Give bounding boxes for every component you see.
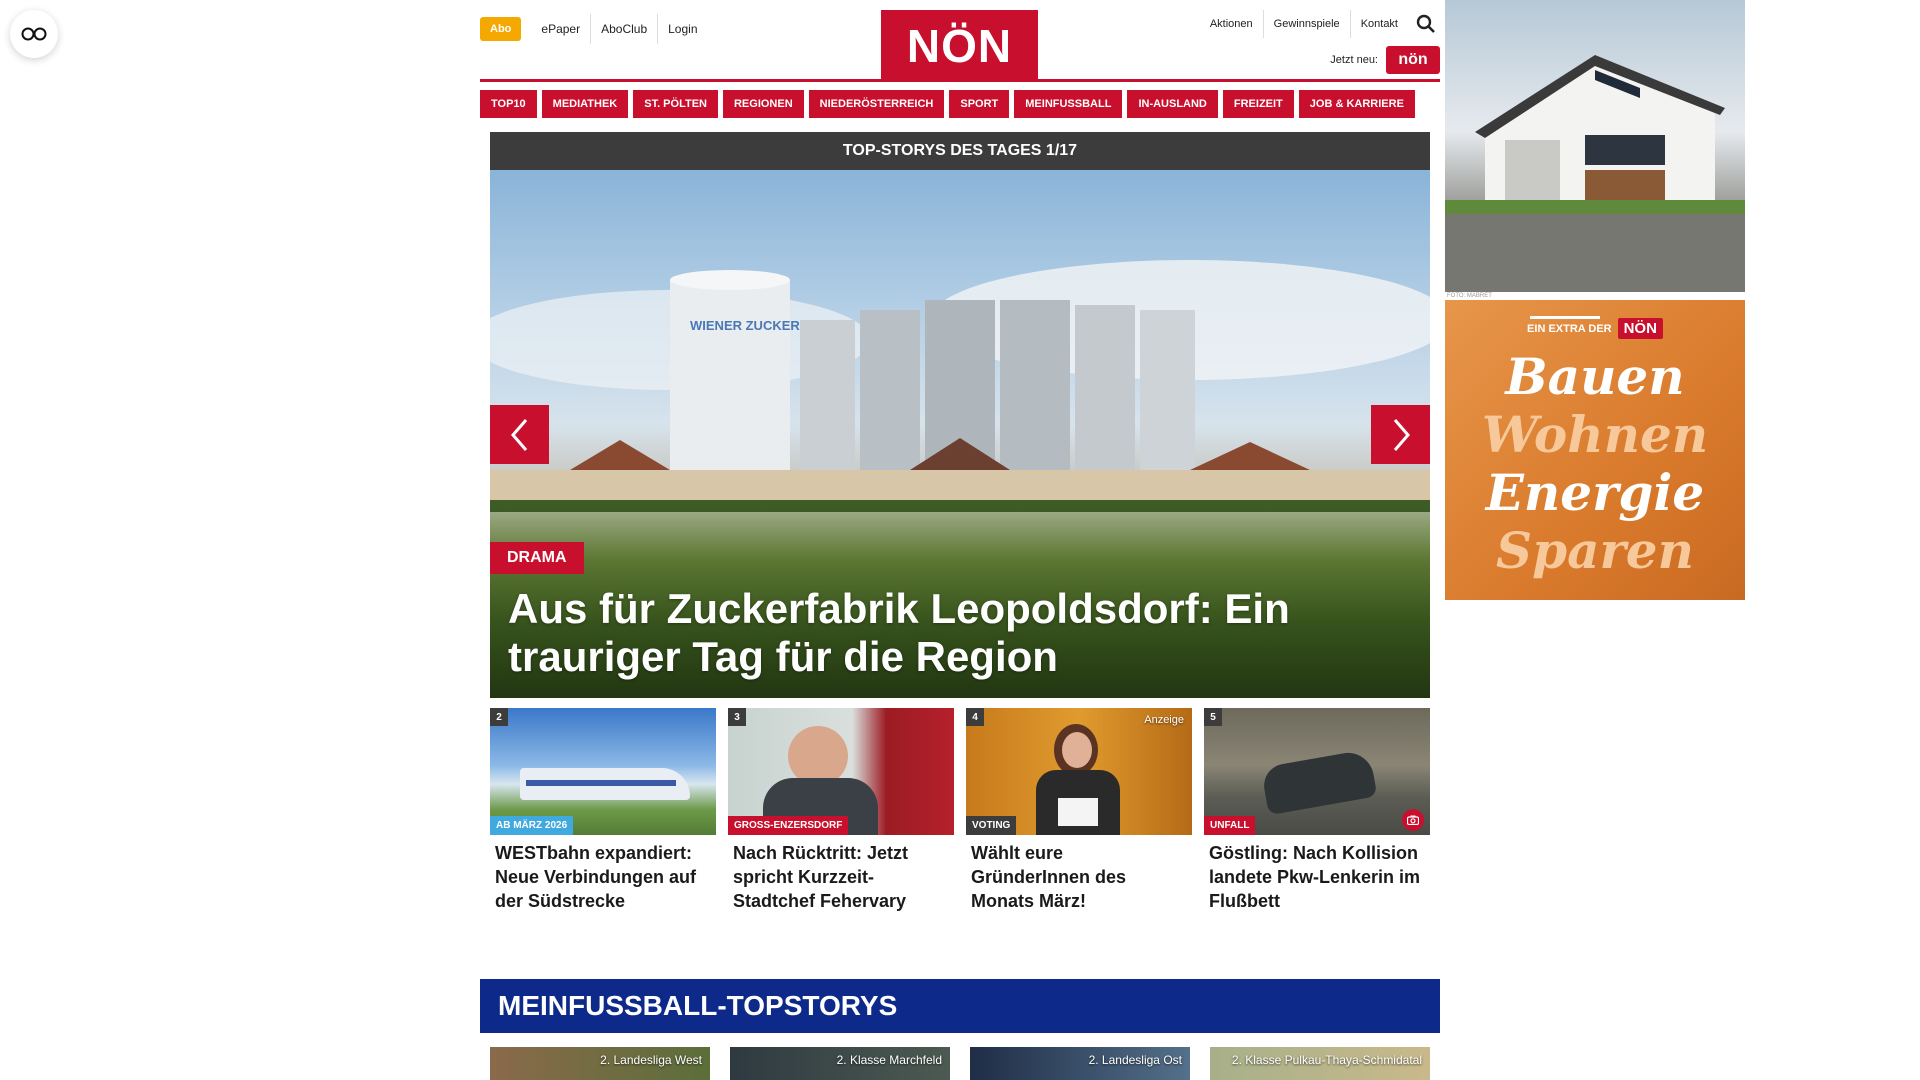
card-image: 4 Anzeige VOTING <box>966 708 1192 835</box>
ad-noen-logo: NÖN <box>1617 318 1663 339</box>
card-rank: 4 <box>966 708 984 726</box>
search-icon <box>1416 14 1435 33</box>
card-tag: GROSS-ENZERSDORF <box>728 816 849 835</box>
camera-icon <box>1407 815 1419 825</box>
site-header: Abo ePaper AboClub Login NÖN Aktionen Ge… <box>480 0 1440 82</box>
ad-header: EIN EXTRA DER NÖN <box>1445 318 1745 339</box>
fb-card-label: 2. Klasse Marchfeld <box>836 1053 942 1067</box>
ad-word: Wohnen <box>1481 405 1709 464</box>
nav-freizeit[interactable]: FREIZEIT <box>1222 90 1294 118</box>
nav-job-karriere[interactable]: JOB & KARRIERE <box>1298 90 1415 118</box>
header-left-links: Abo ePaper AboClub Login <box>480 14 708 44</box>
jetzt-neu: Jetzt neu: nön <box>1330 46 1440 74</box>
logo-text: NÖN <box>906 20 1013 72</box>
aboclub-link[interactable]: AboClub <box>591 14 659 44</box>
card-headline[interactable]: Wählt eure GründerInnen des Monats März! <box>966 835 1192 913</box>
page: Abo ePaper AboClub Login NÖN Aktionen Ge… <box>0 0 1920 1080</box>
story-card-unfall[interactable]: 5 UNFALL Göstling: Nach Kollision landet… <box>1204 708 1430 913</box>
glasses-icon <box>21 27 47 41</box>
card-rank: 5 <box>1204 708 1222 726</box>
main-column: Abo ePaper AboClub Login NÖN Aktionen Ge… <box>480 0 1440 1080</box>
card-tag: AB MÄRZ 2026 <box>490 816 574 835</box>
ad-bauen-wohnen[interactable]: EIN EXTRA DER NÖN Bauen Wohnen Energie S… <box>1445 300 1745 600</box>
card-rank: 3 <box>728 708 746 726</box>
story-card-westbahn[interactable]: 2 AB MÄRZ 2026 WESTbahn expandiert: Neue… <box>490 708 716 913</box>
nav-regionen[interactable]: REGIONEN <box>722 90 804 118</box>
chevron-right-icon <box>1393 418 1410 451</box>
accessibility-button[interactable] <box>10 10 58 58</box>
top-stories-heading: TOP-STORYS DES TAGES 1/17 <box>490 132 1430 170</box>
ad-words: Bauen Wohnen Energie Sparen <box>1445 348 1745 580</box>
hero-next-button[interactable] <box>1371 405 1430 464</box>
fb-card-label: 2. Landesliga Ost <box>1088 1053 1182 1067</box>
abo-button[interactable]: Abo <box>480 17 522 41</box>
card-rank: 2 <box>490 708 508 726</box>
card-image: 3 GROSS-ENZERSDORF <box>728 708 954 835</box>
ad-word: Sparen <box>1496 521 1694 580</box>
meinfussball-heading: MEINFUSSBALL-TOPSTORYS <box>480 979 1440 1033</box>
card-image: 5 UNFALL <box>1204 708 1430 835</box>
house-ad-image <box>1445 55 1745 292</box>
nav-meinfussball[interactable]: MEINFUSSBALL <box>1014 90 1123 118</box>
gewinnspiele-link[interactable]: Gewinnspiele <box>1264 10 1351 38</box>
chevron-left-icon <box>510 418 527 451</box>
fb-card-marchfeld[interactable]: 2. Klasse Marchfeld <box>730 1047 950 1080</box>
nav-top10[interactable]: TOP10 <box>480 90 537 118</box>
meinfussball-cards: 2. Landesliga West 2. Klasse Marchfeld 2… <box>490 1047 1430 1080</box>
silo-logo-text: WIENER ZUCKER <box>690 318 800 333</box>
nav-mediathek[interactable]: MEDIATHEK <box>541 90 629 118</box>
ad-photo-credit: FOTO: MABRET <box>1447 293 1492 299</box>
story-card-voting[interactable]: 4 Anzeige VOTING Wählt eure GründerInnen… <box>966 708 1192 913</box>
ad-house[interactable] <box>1445 0 1745 292</box>
gallery-badge <box>1402 809 1424 831</box>
ad-label: Anzeige <box>1144 714 1184 726</box>
story-cards: 2 AB MÄRZ 2026 WESTbahn expandiert: Neue… <box>490 708 1430 913</box>
ad-word: Energie <box>1485 463 1705 522</box>
story-card-fehervary[interactable]: 3 GROSS-ENZERSDORF Nach Rücktritt: Jetzt… <box>728 708 954 913</box>
nav-in-ausland[interactable]: IN-AUSLAND <box>1127 90 1218 118</box>
fb-card-pulkau[interactable]: 2. Klasse Pulkau-Thaya-Schmidatal <box>1210 1047 1430 1080</box>
fb-card-landesliga-west[interactable]: 2. Landesliga West <box>490 1047 710 1080</box>
hero-prev-button[interactable] <box>490 405 549 464</box>
kontakt-link[interactable]: Kontakt <box>1351 10 1408 38</box>
login-link[interactable]: Login <box>658 14 707 44</box>
header-right-links: Aktionen Gewinnspiele Kontakt <box>1200 10 1440 38</box>
hero-category-tag: DRAMA <box>490 542 584 574</box>
card-headline[interactable]: WESTbahn expandiert: Neue Verbindungen a… <box>490 835 716 913</box>
nav-sport[interactable]: SPORT <box>949 90 1010 118</box>
hero-headline[interactable]: Aus für Zuckerfabrik Leopoldsdorf: Ein t… <box>508 585 1388 681</box>
ad-word: Bauen <box>1505 347 1685 406</box>
epaper-link[interactable]: ePaper <box>531 14 592 44</box>
top-stories: TOP-STORYS DES TAGES 1/17 WIENER ZUCKER <box>490 132 1430 913</box>
jetzt-neu-badge[interactable]: nön <box>1386 46 1440 74</box>
fb-card-label: 2. Landesliga West <box>600 1053 702 1067</box>
search-button[interactable] <box>1412 10 1440 38</box>
aktionen-link[interactable]: Aktionen <box>1200 10 1264 38</box>
card-image: 2 AB MÄRZ 2026 <box>490 708 716 835</box>
site-logo[interactable]: NÖN <box>881 10 1038 82</box>
card-headline[interactable]: Nach Rücktritt: Jetzt spricht Kurzzeit-S… <box>728 835 954 913</box>
card-tag: UNFALL <box>1204 816 1256 835</box>
card-headline[interactable]: Göstling: Nach Kollision landete Pkw-Len… <box>1204 835 1430 913</box>
hero-story[interactable]: WIENER ZUCKER DRAMA Aus für Zuckerfabrik… <box>490 170 1430 698</box>
nav-st-poelten[interactable]: ST. PÖLTEN <box>633 90 718 118</box>
ad-header-text: EIN EXTRA DER <box>1527 322 1612 335</box>
jetzt-neu-label: Jetzt neu: <box>1330 54 1378 66</box>
nav-niederoesterreich[interactable]: NIEDERÖSTERREICH <box>808 90 945 118</box>
card-tag: VOTING <box>966 816 1017 835</box>
main-nav: TOP10 MEDIATHEK ST. PÖLTEN REGIONEN NIED… <box>480 90 1440 118</box>
fb-card-label: 2. Klasse Pulkau-Thaya-Schmidatal <box>1231 1053 1422 1067</box>
fb-card-landesliga-ost[interactable]: 2. Landesliga Ost <box>970 1047 1190 1080</box>
